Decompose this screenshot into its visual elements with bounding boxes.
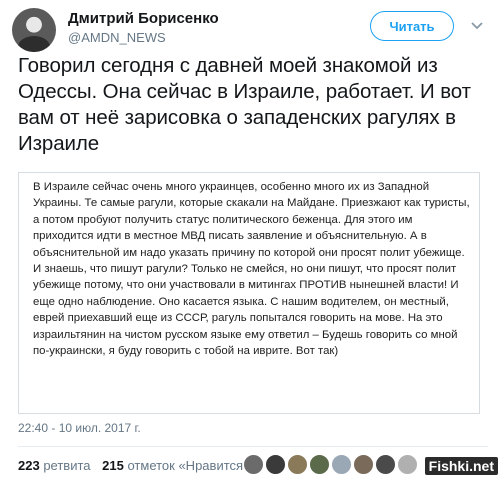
quoted-screenshot: В Израиле сейчас очень много украинцев, …: [18, 172, 480, 414]
retweets-stat[interactable]: 223 ретвита: [18, 458, 91, 473]
liker-avatar[interactable]: [309, 454, 330, 475]
tweet-stats: 223 ретвита 215 отметок «Нравится»: [18, 458, 258, 473]
tweet-text: Говорил сегодня с давней моей знакомой и…: [18, 54, 471, 155]
chevron-down-icon[interactable]: [470, 18, 484, 32]
retweets-count: 223: [18, 458, 40, 473]
fishki-watermark: Fishki.net: [424, 457, 498, 475]
liker-avatar[interactable]: [397, 454, 418, 475]
liker-avatar[interactable]: [265, 454, 286, 475]
author-avatar[interactable]: [12, 8, 56, 52]
likes-label: отметок «Нравится»: [127, 458, 251, 473]
tweet-header: Дмитрий Борисенко @AMDN_NEWS Читать: [12, 8, 488, 52]
divider: [18, 446, 488, 447]
liker-avatar[interactable]: [331, 454, 352, 475]
quoted-text: В Израиле сейчас очень много украинцев, …: [33, 181, 470, 358]
follow-button[interactable]: Читать: [370, 11, 454, 41]
author-handle[interactable]: @AMDN_NEWS: [68, 30, 166, 45]
likes-stat[interactable]: 215 отметок «Нравится»: [102, 458, 250, 473]
author-name[interactable]: Дмитрий Борисенко: [68, 10, 219, 27]
likes-count: 215: [102, 458, 124, 473]
liker-avatar[interactable]: [287, 454, 308, 475]
liker-avatar[interactable]: [353, 454, 374, 475]
liker-avatar[interactable]: [243, 454, 264, 475]
tweet-timestamp[interactable]: 22:40 - 10 июл. 2017 г.: [18, 421, 141, 435]
retweets-label: ретвита: [43, 458, 91, 473]
liker-avatar[interactable]: [375, 454, 396, 475]
